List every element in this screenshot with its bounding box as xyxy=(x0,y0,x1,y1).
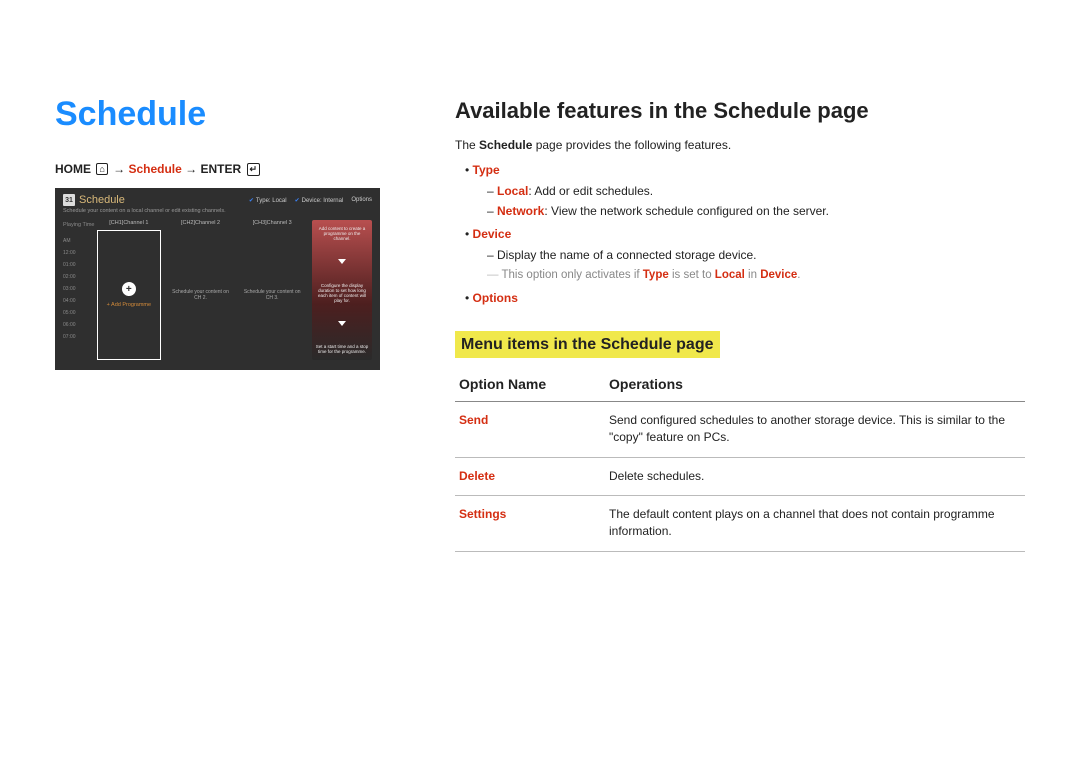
breadcrumb-home: HOME xyxy=(55,162,91,176)
ui-help-panel: Add content to create a programme on the… xyxy=(312,220,372,360)
ui-col2-head: [CH2]Channel 2 xyxy=(169,220,233,226)
menu-items-heading: Menu items in the Schedule page xyxy=(455,331,720,358)
ui-col1-head: [CH1]Channel 1 xyxy=(97,220,161,226)
section-heading: Available features in the Schedule page xyxy=(455,95,1025,127)
feature-device-label: Device xyxy=(473,227,512,241)
feature-type-network: Network: View the network schedule confi… xyxy=(487,203,1025,220)
ui-device-dropdown: Device: Internal xyxy=(295,197,344,204)
breadcrumb-arrow: → xyxy=(185,162,197,176)
ui-heading: Schedule xyxy=(79,194,125,206)
note-local: Local xyxy=(715,269,745,281)
ui-col3-text: Schedule your content on CH 3. xyxy=(240,230,304,360)
feature-type-local: Local: Add or edit schedules. xyxy=(487,183,1025,200)
table-row: Send Send configured schedules to anothe… xyxy=(455,401,1025,457)
row-delete-desc: Delete schedules. xyxy=(605,457,1025,495)
feature-device-desc: Display the name of a connected storage … xyxy=(487,247,1025,264)
breadcrumb-schedule: Schedule xyxy=(128,162,181,176)
home-icon: ⌂ xyxy=(96,163,107,175)
intro-post: page provides the following features. xyxy=(532,138,731,152)
note-in: in xyxy=(745,269,760,281)
menu-table: Option Name Operations Send Send configu… xyxy=(455,368,1025,551)
feature-options: Options xyxy=(465,290,1025,307)
note-device: Device xyxy=(760,269,797,281)
row-delete-name: Delete xyxy=(455,457,605,495)
ui-subtitle: Schedule your content on a local channel… xyxy=(63,208,372,214)
note-pre: This option only activates if xyxy=(502,269,643,281)
row-settings-desc: The default content plays on a channel t… xyxy=(605,495,1025,551)
ui-time: 07:00 xyxy=(63,334,97,340)
col-option-name: Option Name xyxy=(455,368,605,401)
type-network-bold: Network xyxy=(497,204,544,218)
chevron-down-icon xyxy=(338,259,346,264)
feature-type: Type Local: Add or edit schedules. Netwo… xyxy=(465,162,1025,220)
enter-icon: ↵ xyxy=(247,163,261,176)
ui-panel-bot: Set a start time and a stop time for the… xyxy=(315,344,369,354)
type-local-desc: : Add or edit schedules. xyxy=(528,184,653,198)
ui-col3-head: [CH3]Channel 3 xyxy=(240,220,304,226)
ui-time: AM xyxy=(63,238,97,244)
intro-bold: Schedule xyxy=(479,138,532,152)
feature-options-label: Options xyxy=(473,291,518,305)
ui-time-column: Playing Time AM 12:00 01:00 02:00 03:00 … xyxy=(63,220,97,360)
schedule-ui-preview: 31 Schedule Type: Local Device: Internal… xyxy=(55,188,380,370)
ui-options: Options xyxy=(351,197,372,204)
page-title: Schedule xyxy=(55,95,385,134)
col-operations: Operations xyxy=(605,368,1025,401)
ui-panel-mid: Configure the display duration to set ho… xyxy=(315,283,369,303)
ui-panel-top: Add content to create a programme on the… xyxy=(315,226,369,241)
ui-add-programme-box: + + Add Programme xyxy=(97,230,161,360)
row-settings-name: Settings xyxy=(455,495,605,551)
intro-pre: The xyxy=(455,138,479,152)
ui-time: 03:00 xyxy=(63,286,97,292)
plus-icon: + xyxy=(122,282,136,296)
type-local-bold: Local xyxy=(497,184,528,198)
ui-time: 01:00 xyxy=(63,262,97,268)
feature-device: Device Display the name of a connected s… xyxy=(465,226,1025,283)
note-mid: is set to xyxy=(669,269,715,281)
breadcrumb: HOME ⌂ → Schedule → ENTER ↵ xyxy=(55,162,385,176)
row-send-name: Send xyxy=(455,401,605,457)
calendar-icon: 31 xyxy=(63,194,75,206)
ui-time: 12:00 xyxy=(63,250,97,256)
type-network-desc: : View the network schedule configured o… xyxy=(544,204,829,218)
ui-time: 06:00 xyxy=(63,322,97,328)
ui-time: 04:00 xyxy=(63,298,97,304)
breadcrumb-enter: ENTER xyxy=(201,162,242,176)
feature-device-note: This option only activates if Type is se… xyxy=(465,267,1025,284)
breadcrumb-arrow: → xyxy=(113,162,125,176)
ui-type-dropdown: Type: Local xyxy=(249,197,287,204)
chevron-down-icon xyxy=(338,321,346,326)
feature-type-label: Type xyxy=(473,163,500,177)
note-type: Type xyxy=(643,269,669,281)
ui-add-programme-label: + Add Programme xyxy=(107,302,151,308)
ui-playtime-label: Playing Time xyxy=(63,222,97,228)
table-row: Settings The default content plays on a … xyxy=(455,495,1025,551)
ui-time: 05:00 xyxy=(63,310,97,316)
row-send-desc: Send configured schedules to another sto… xyxy=(605,401,1025,457)
ui-time: 02:00 xyxy=(63,274,97,280)
table-row: Delete Delete schedules. xyxy=(455,457,1025,495)
intro-text: The Schedule page provides the following… xyxy=(455,137,1025,154)
note-dot: . xyxy=(797,269,800,281)
ui-col2-text: Schedule your content on CH 2. xyxy=(169,230,233,360)
